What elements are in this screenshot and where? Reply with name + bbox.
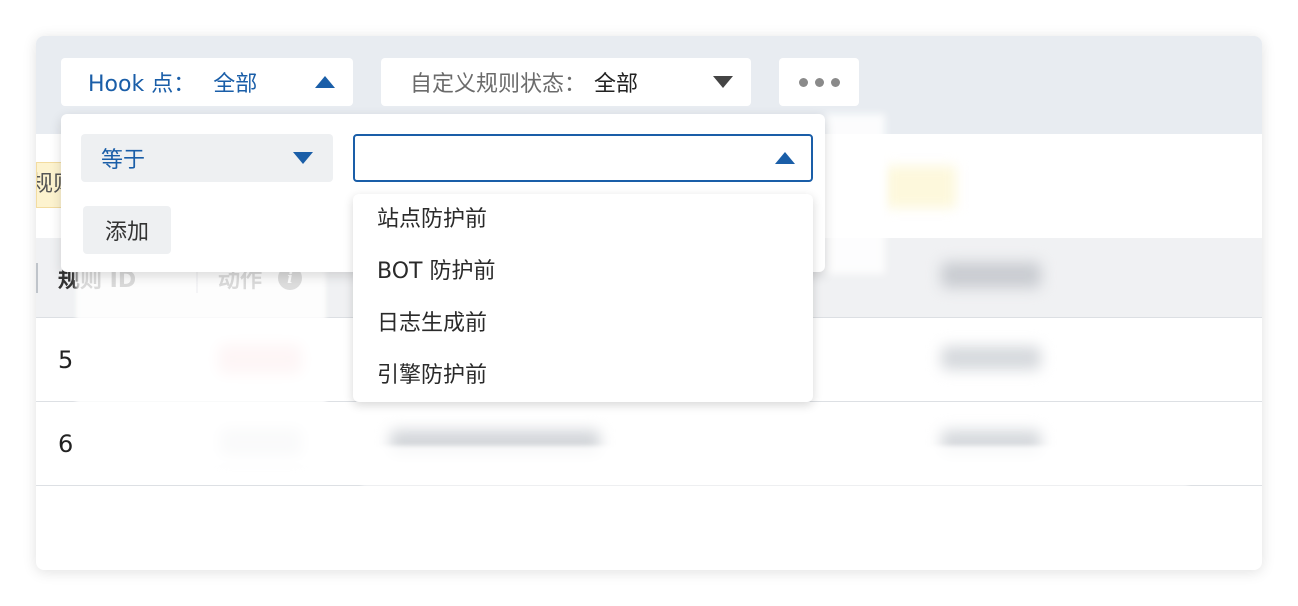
column-divider [36,263,38,293]
caret-up-icon [775,152,795,164]
add-button[interactable]: 添加 [83,206,171,254]
option-log-generation[interactable]: 日志生成前 [353,300,813,352]
rule-id-cell: 5 [58,346,74,374]
rule-status-filter-label: 自定义规则状态： [410,72,587,97]
option-bot-protection[interactable]: BOT 防护前 [353,248,813,300]
overlay-fade [362,446,1188,486]
hook-filter-label: Hook 点： [88,72,196,97]
operator-select-value: 等于 [101,148,146,173]
hook-value-select[interactable] [353,134,813,182]
rule-status-filter-value: 全部 [594,72,639,97]
more-dots-icon [798,77,840,87]
option-engine-protection[interactable]: 引擎防护前 [353,352,813,404]
hint-badge [886,166,956,208]
overlay-fade [76,266,326,466]
caret-down-icon [713,76,733,88]
hook-filter-value: 全部 [213,72,258,97]
option-site-protection[interactable]: 站点防护前 [353,196,813,248]
rule-id-cell: 6 [58,430,74,458]
blurred-header-cell [941,262,1041,288]
caret-up-icon [315,76,335,88]
hook-filter[interactable]: Hook 点： 全部 [61,58,353,106]
hook-options-list: 站点防护前 BOT 防护前 日志生成前 引擎防护前 [353,194,813,402]
caret-down-icon [293,152,313,164]
operator-select[interactable]: 等于 [81,134,333,182]
panel-shadow [825,114,885,274]
more-filters-button[interactable] [779,58,859,106]
rule-status-filter[interactable]: 自定义规则状态： 全部 [381,58,751,106]
blurred-date-cell [941,346,1041,370]
